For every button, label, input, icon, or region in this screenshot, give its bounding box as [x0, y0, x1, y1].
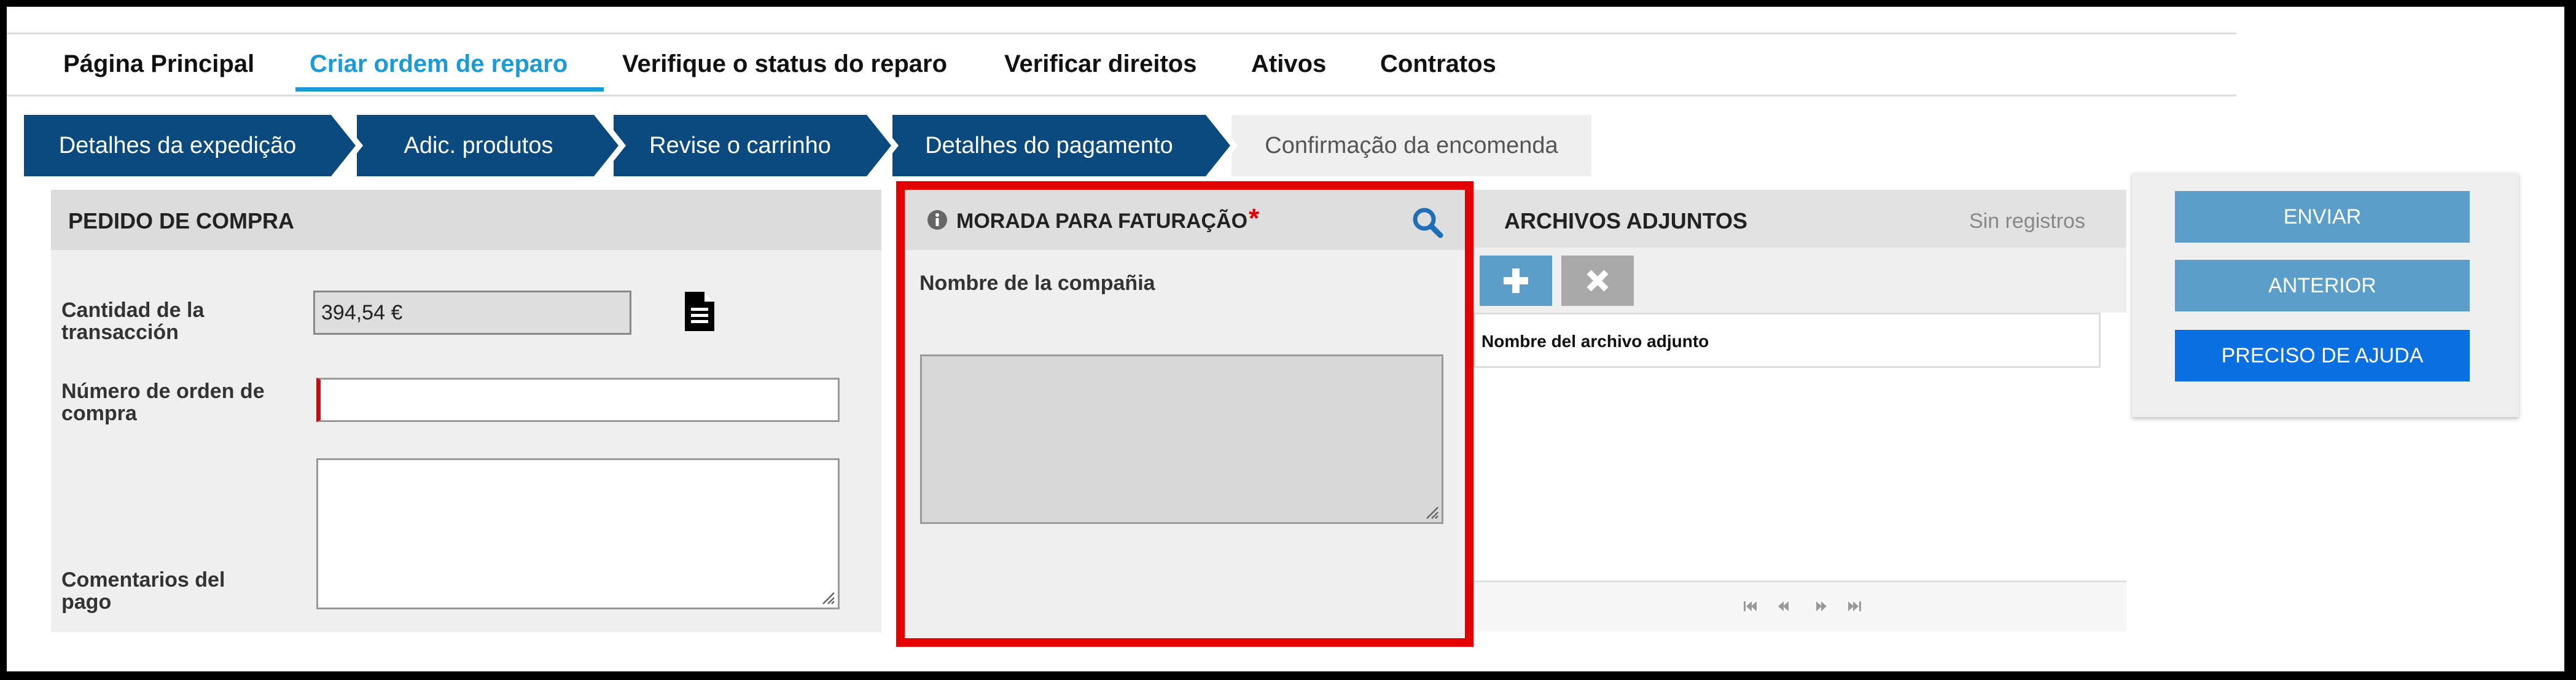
last-page-icon[interactable]	[1848, 601, 1861, 611]
attachments-panel: ARCHIVOS ADJUNTOS Sin registros Nombre d…	[1473, 190, 2126, 631]
add-attachment-button[interactable]	[1480, 256, 1552, 306]
app-window: Página Principal Criar ordem de reparo V…	[7, 7, 2564, 671]
remove-attachment-button[interactable]	[1561, 256, 1634, 306]
nav-item-entitlements[interactable]: Verificar direitos	[1004, 50, 1196, 78]
resize-grip-icon[interactable]	[821, 590, 835, 605]
po-number-input[interactable]	[316, 378, 840, 422]
payment-comments-label: Comentarios del pago	[61, 568, 225, 614]
billing-address-textarea[interactable]	[920, 354, 1443, 524]
attachments-header: ARCHIVOS ADJUNTOS Sin registros	[1473, 190, 2126, 248]
active-tab-underline	[295, 87, 604, 92]
plus-icon	[1504, 268, 1528, 293]
amount-label: Cantidad de la transacción	[61, 299, 205, 344]
first-page-icon[interactable]	[1744, 601, 1757, 611]
nav-item-repair-status[interactable]: Verifique o status do reparo	[622, 50, 947, 78]
submit-button[interactable]: ENVIAR	[2175, 191, 2470, 243]
step-label: Detalhes do pagamento	[925, 133, 1173, 158]
nav-item-create-repair-order[interactable]: Criar ordem de reparo	[310, 50, 568, 78]
attachments-status: Sin registros	[1969, 209, 2085, 233]
step-order-confirmation: Confirmação da encomenda	[1231, 115, 1591, 176]
nav-item-contracts[interactable]: Contratos	[1380, 50, 1496, 78]
amount-field: 394,54 €	[313, 291, 631, 335]
nav-item-assets[interactable]: Ativos	[1251, 50, 1326, 78]
step-shipping-details[interactable]: Detalhes da expedição	[24, 115, 363, 176]
step-label: Detalhes da expedição	[58, 133, 297, 158]
billing-address-title: MORADA PARA FATURAÇÃO	[956, 209, 1248, 233]
step-label: Confirmação da encomenda	[1265, 133, 1558, 158]
step-add-products[interactable]: Adic. produtos	[357, 115, 626, 176]
required-marker: *	[1249, 203, 1260, 233]
previous-button[interactable]: ANTERIOR	[2175, 260, 2470, 311]
company-name-label: Nombre de la compañia	[919, 272, 1155, 295]
step-label: Adic. produtos	[404, 133, 553, 158]
search-icon[interactable]	[1411, 206, 1444, 239]
next-page-icon[interactable]	[1816, 601, 1827, 611]
po-number-label: Número de orden de compra	[61, 380, 265, 425]
help-button[interactable]: PRECISO DE AJUDA	[2175, 330, 2470, 381]
attachments-pager	[1473, 580, 2126, 631]
resize-grip-icon[interactable]	[1424, 505, 1439, 520]
attachments-table-header: Nombre del archivo adjunto	[1473, 313, 2101, 368]
close-icon	[1587, 270, 1609, 292]
previous-page-icon[interactable]	[1778, 601, 1789, 611]
info-icon	[927, 209, 948, 230]
step-payment-details[interactable]: Detalhes do pagamento	[892, 115, 1238, 176]
billing-address-header: MORADA PARA FATURAÇÃO *	[905, 190, 1465, 250]
nav-item-home[interactable]: Página Principal	[63, 50, 254, 78]
purchase-order-title: PEDIDO DE COMPRA	[68, 208, 295, 233]
purchase-order-panel: PEDIDO DE COMPRA Cantidad de la transacc…	[51, 190, 881, 632]
step-review-cart[interactable]: Revise o carrinho	[614, 115, 899, 176]
purchase-order-header: PEDIDO DE COMPRA	[51, 190, 881, 250]
document-icon[interactable]	[685, 292, 714, 331]
billing-address-panel: MORADA PARA FATURAÇÃO * Nombre de la com…	[905, 190, 1465, 638]
payment-comments-textarea[interactable]	[316, 458, 840, 609]
attachment-name-column: Nombre del archivo adjunto	[1481, 332, 1709, 351]
main-nav: Página Principal Criar ordem de reparo V…	[7, 33, 2236, 96]
step-label: Revise o carrinho	[649, 133, 831, 158]
attachments-title: ARCHIVOS ADJUNTOS	[1504, 208, 1748, 233]
